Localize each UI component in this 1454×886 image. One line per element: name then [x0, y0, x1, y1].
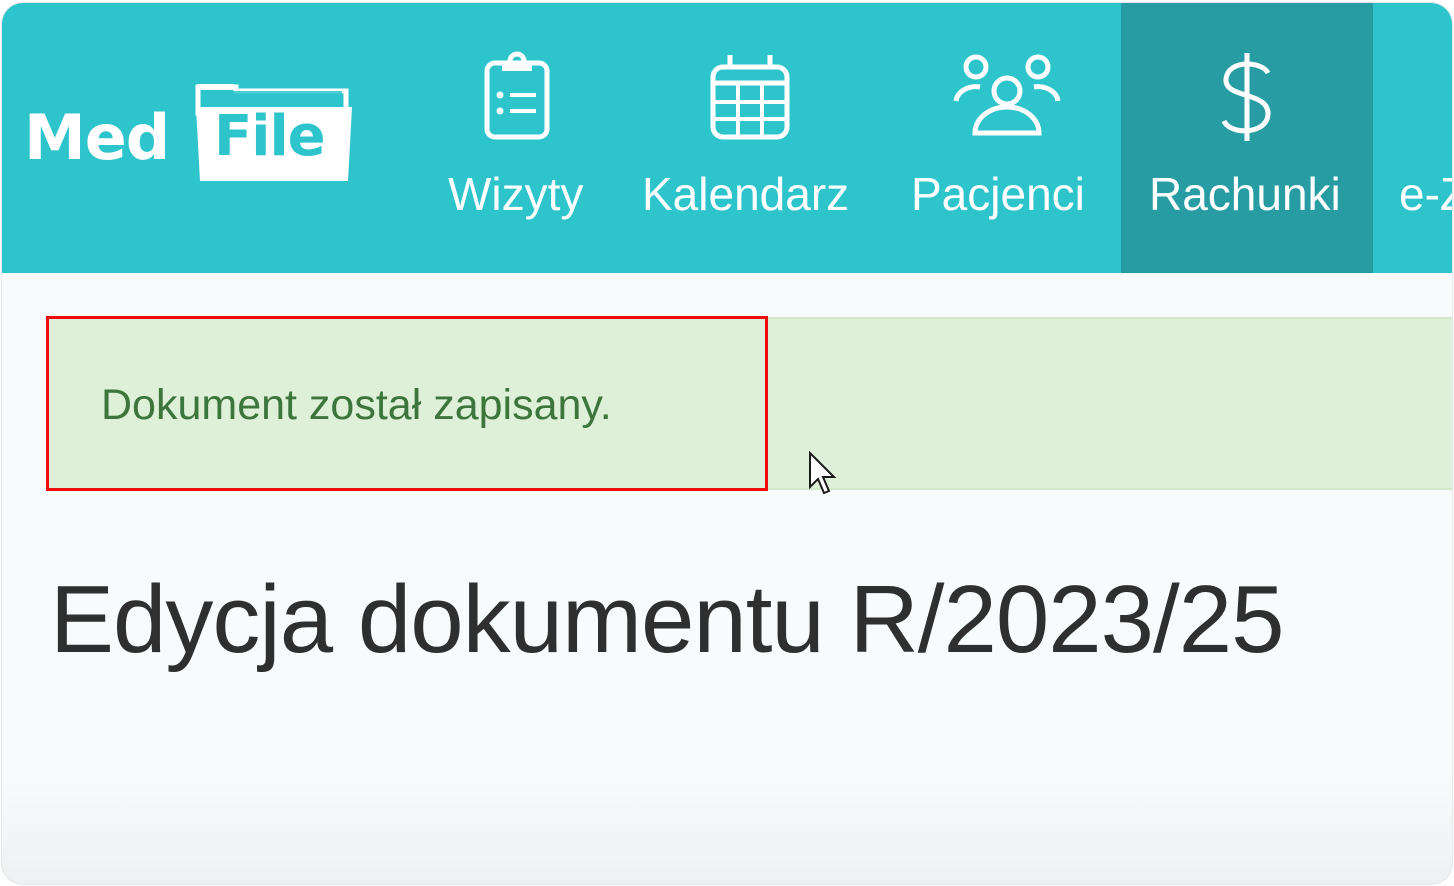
alert-message: Dokument został zapisany.	[101, 381, 612, 429]
calendar-icon	[710, 55, 790, 140]
page-title: Edycja dokumentu R/2023/25	[50, 566, 1284, 673]
nav-label: Pacjenci	[911, 168, 1085, 220]
nav-item-rachunki[interactable]: Rachunki	[1121, 3, 1373, 273]
dollar-icon	[1221, 53, 1271, 141]
nav-label: Wizyty	[448, 168, 584, 220]
nav-label: Kalendarz	[642, 168, 850, 220]
top-navbar: Med File Wizyty Kalendarz Pacjenci Rachu…	[2, 3, 1452, 273]
clipboard-list-icon	[484, 51, 550, 140]
mouse-cursor-icon	[809, 451, 837, 495]
nav-item-kalendarz[interactable]: Kalendarz	[632, 3, 872, 273]
nav-label: e-Z	[1399, 168, 1452, 220]
app-window: Med File Wizyty Kalendarz Pacjenci Rachu…	[1, 2, 1453, 885]
logo-text-file: File	[214, 104, 326, 169]
success-alert: Dokument został zapisany.	[47, 317, 1452, 490]
nav-item-e-z[interactable]: e-Z	[1373, 3, 1452, 273]
nav-label: Rachunki	[1149, 168, 1341, 220]
users-icon	[953, 54, 1061, 136]
logo-text-med: Med	[24, 101, 170, 174]
nav-item-wizyty[interactable]: Wizyty	[432, 3, 602, 273]
medfile-logo[interactable]: Med File	[24, 79, 364, 183]
nav-item-pacjenci[interactable]: Pacjenci	[897, 3, 1122, 273]
